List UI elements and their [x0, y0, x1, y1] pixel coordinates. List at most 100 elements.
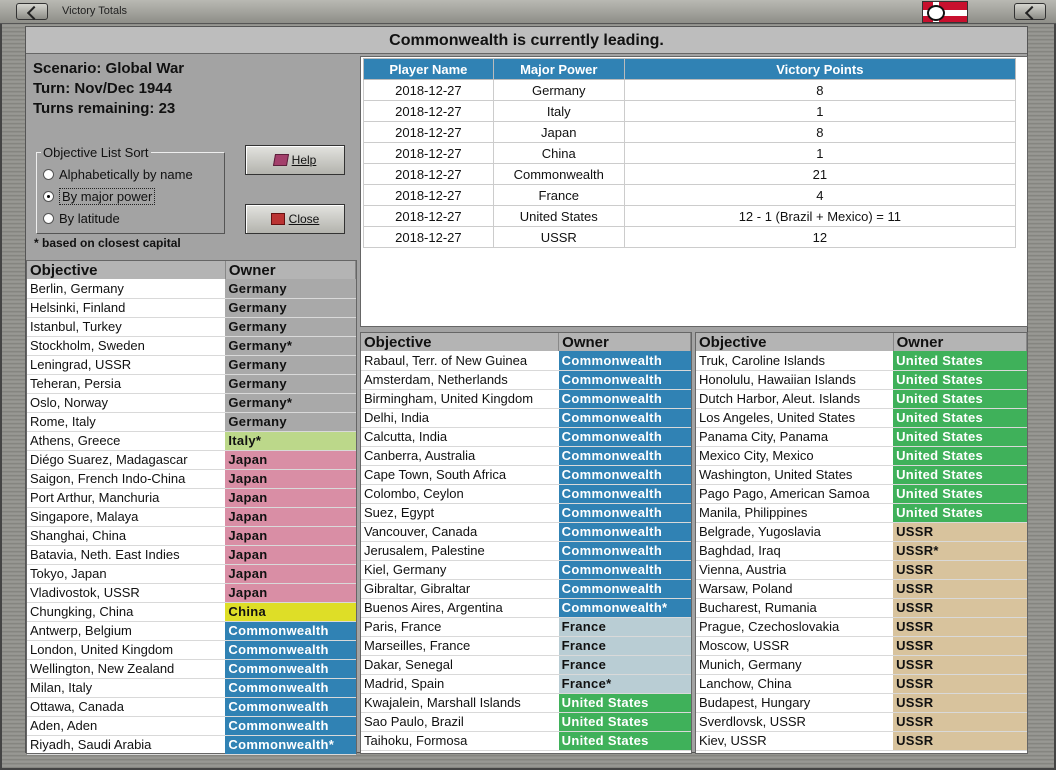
objective-name: Cape Town, South Africa: [361, 465, 559, 485]
objective-name: Chungking, China: [27, 602, 226, 622]
objective-row[interactable]: Shanghai, China Japan: [27, 526, 356, 546]
objective-row[interactable]: Wellington, New Zealand Commonwealth: [27, 659, 356, 679]
objective-row[interactable]: London, United Kingdom Commonwealth: [27, 640, 356, 660]
book-icon: [272, 154, 289, 166]
objective-row[interactable]: Truk, Caroline Islands United States: [696, 351, 1027, 371]
objective-row[interactable]: Diégo Suarez, Madagascar Japan: [27, 450, 356, 470]
objective-row[interactable]: Leningrad, USSR Germany: [27, 355, 356, 375]
sort-major-power-radio[interactable]: By major power: [43, 187, 156, 205]
objective-row[interactable]: Taihoku, Formosa United States: [361, 731, 691, 751]
objective-row[interactable]: Helsinki, Finland Germany: [27, 298, 356, 318]
objective-row[interactable]: Stockholm, Sweden Germany*: [27, 336, 356, 356]
objective-row[interactable]: Cape Town, South Africa Commonwealth: [361, 465, 691, 485]
objective-row[interactable]: Berlin, Germany Germany: [27, 279, 356, 299]
objective-row[interactable]: Warsaw, Poland USSR: [696, 579, 1027, 599]
objective-row[interactable]: Oslo, Norway Germany*: [27, 393, 356, 413]
objective-row[interactable]: Batavia, Neth. East Indies Japan: [27, 545, 356, 565]
objective-row[interactable]: Belgrade, Yugoslavia USSR: [696, 522, 1027, 542]
objective-row[interactable]: Kwajalein, Marshall Islands United States: [361, 693, 691, 713]
objective-row[interactable]: Budapest, Hungary USSR: [696, 693, 1027, 713]
objective-row[interactable]: Rome, Italy Germany: [27, 412, 356, 432]
objective-row[interactable]: Paris, France France: [361, 617, 691, 637]
objective-row[interactable]: Vancouver, Canada Commonwealth: [361, 522, 691, 542]
vp-column-header[interactable]: Player Name: [363, 58, 494, 80]
close-button[interactable]: Close: [245, 204, 345, 234]
objective-row[interactable]: Athens, Greece Italy*: [27, 431, 356, 451]
objective-row[interactable]: Rabaul, Terr. of New Guinea Commonwealth: [361, 351, 691, 371]
vp-cell: Japan: [492, 121, 625, 143]
objective-row[interactable]: Panama City, Panama United States: [696, 427, 1027, 447]
objective-owner: France: [558, 636, 691, 656]
vp-cell: 12 - 1 (Brazil + Mexico) = 11: [623, 205, 1017, 227]
objective-row[interactable]: Birmingham, United Kingdom Commonwealth: [361, 389, 691, 409]
help-button[interactable]: Help: [245, 145, 345, 175]
objective-row[interactable]: Colombo, Ceylon Commonwealth: [361, 484, 691, 504]
objective-row[interactable]: Teheran, Persia Germany: [27, 374, 356, 394]
objective-row[interactable]: Madrid, Spain France*: [361, 674, 691, 694]
objective-row[interactable]: Riyadh, Saudi Arabia Commonwealth*: [27, 735, 356, 755]
scenario-label: Scenario: Global War: [33, 60, 185, 77]
objective-row[interactable]: Sverdlovsk, USSR USSR: [696, 712, 1027, 732]
objective-row[interactable]: Suez, Egypt Commonwealth: [361, 503, 691, 523]
objective-owner: Commonwealth: [225, 678, 356, 698]
objective-row[interactable]: Canberra, Australia Commonwealth: [361, 446, 691, 466]
objective-row[interactable]: Prague, Czechoslovakia USSR: [696, 617, 1027, 637]
objective-row[interactable]: Amsterdam, Netherlands Commonwealth: [361, 370, 691, 390]
objective-column-header[interactable]: Owner: [558, 333, 691, 351]
objective-row[interactable]: Delhi, India Commonwealth: [361, 408, 691, 428]
sort-latitude-radio[interactable]: By latitude: [43, 209, 120, 227]
minimize-icon[interactable]: [1014, 3, 1046, 20]
objective-column-header[interactable]: Objective: [27, 261, 226, 279]
objective-column-header[interactable]: Owner: [893, 333, 1028, 351]
objective-column-header[interactable]: Owner: [225, 261, 357, 279]
objective-row[interactable]: Los Angeles, United States United States: [696, 408, 1027, 428]
objective-owner: United States: [893, 484, 1027, 504]
objective-row[interactable]: Marseilles, France France: [361, 636, 691, 656]
objective-row[interactable]: Honolulu, Hawaiian Islands United States: [696, 370, 1027, 390]
objective-column-header[interactable]: Objective: [361, 333, 560, 351]
vp-row: 2018-12-27 China 1: [363, 142, 1017, 164]
objective-row[interactable]: Calcutta, India Commonwealth: [361, 427, 691, 447]
objective-row[interactable]: Dutch Harbor, Aleut. Islands United State…: [696, 389, 1027, 409]
objective-row[interactable]: Aden, Aden Commonwealth: [27, 716, 356, 736]
capital-note: * based on closest capital: [34, 236, 181, 250]
objective-row[interactable]: Dakar, Senegal France: [361, 655, 691, 675]
objective-row[interactable]: Vladivostok, USSR Japan: [27, 583, 356, 603]
vp-column-header[interactable]: Victory Points: [623, 58, 1017, 80]
objective-row[interactable]: Mexico City, Mexico United States: [696, 446, 1027, 466]
objective-row[interactable]: Istanbul, Turkey Germany: [27, 317, 356, 337]
objective-row[interactable]: Buenos Aires, Argentina Commonwealth*: [361, 598, 691, 618]
sort-alphabetical-radio[interactable]: Alphabetically by name: [43, 165, 193, 183]
vp-row: 2018-12-27 USSR 12: [363, 226, 1017, 248]
objective-row[interactable]: Port Arthur, Manchuria Japan: [27, 488, 356, 508]
objective-row[interactable]: Jerusalem, Palestine Commonwealth: [361, 541, 691, 561]
objective-row[interactable]: Sao Paulo, Brazil United States: [361, 712, 691, 732]
objective-row[interactable]: Milan, Italy Commonwealth: [27, 678, 356, 698]
objective-row[interactable]: Bucharest, Rumania USSR: [696, 598, 1027, 618]
objective-column-header[interactable]: Objective: [696, 333, 894, 351]
objective-row[interactable]: Vienna, Austria USSR: [696, 560, 1027, 580]
objective-row[interactable]: Ottawa, Canada Commonwealth: [27, 697, 356, 717]
objective-row[interactable]: Chungking, China China: [27, 602, 356, 622]
objective-row[interactable]: Manila, Philippines United States: [696, 503, 1027, 523]
objective-row[interactable]: Singapore, Malaya Japan: [27, 507, 356, 527]
objective-owner: Japan: [225, 564, 356, 584]
objective-row[interactable]: Tokyo, Japan Japan: [27, 564, 356, 584]
objective-row[interactable]: Munich, Germany USSR: [696, 655, 1027, 675]
objective-row[interactable]: Baghdad, Iraq USSR*: [696, 541, 1027, 561]
radio-dot-icon: [43, 212, 54, 224]
objective-row[interactable]: Lanchow, China USSR: [696, 674, 1027, 694]
objective-row[interactable]: Gibraltar, Gibraltar Commonwealth: [361, 579, 691, 599]
objective-row[interactable]: Kiev, USSR USSR: [696, 731, 1027, 751]
objective-row[interactable]: Antwerp, Belgium Commonwealth: [27, 621, 356, 641]
vp-column-header[interactable]: Major Power: [492, 58, 625, 80]
objective-row[interactable]: Saigon, French Indo-China Japan: [27, 469, 356, 489]
objective-owner: Germany: [225, 298, 356, 318]
objective-row[interactable]: Kiel, Germany Commonwealth: [361, 560, 691, 580]
objective-owner: Commonwealth*: [225, 735, 356, 755]
objective-row[interactable]: Washington, United States United States: [696, 465, 1027, 485]
objective-row[interactable]: Moscow, USSR USSR: [696, 636, 1027, 656]
objective-name: Milan, Italy: [27, 678, 226, 698]
window-menu-icon[interactable]: [16, 3, 48, 20]
objective-row[interactable]: Pago Pago, American Samoa United States: [696, 484, 1027, 504]
